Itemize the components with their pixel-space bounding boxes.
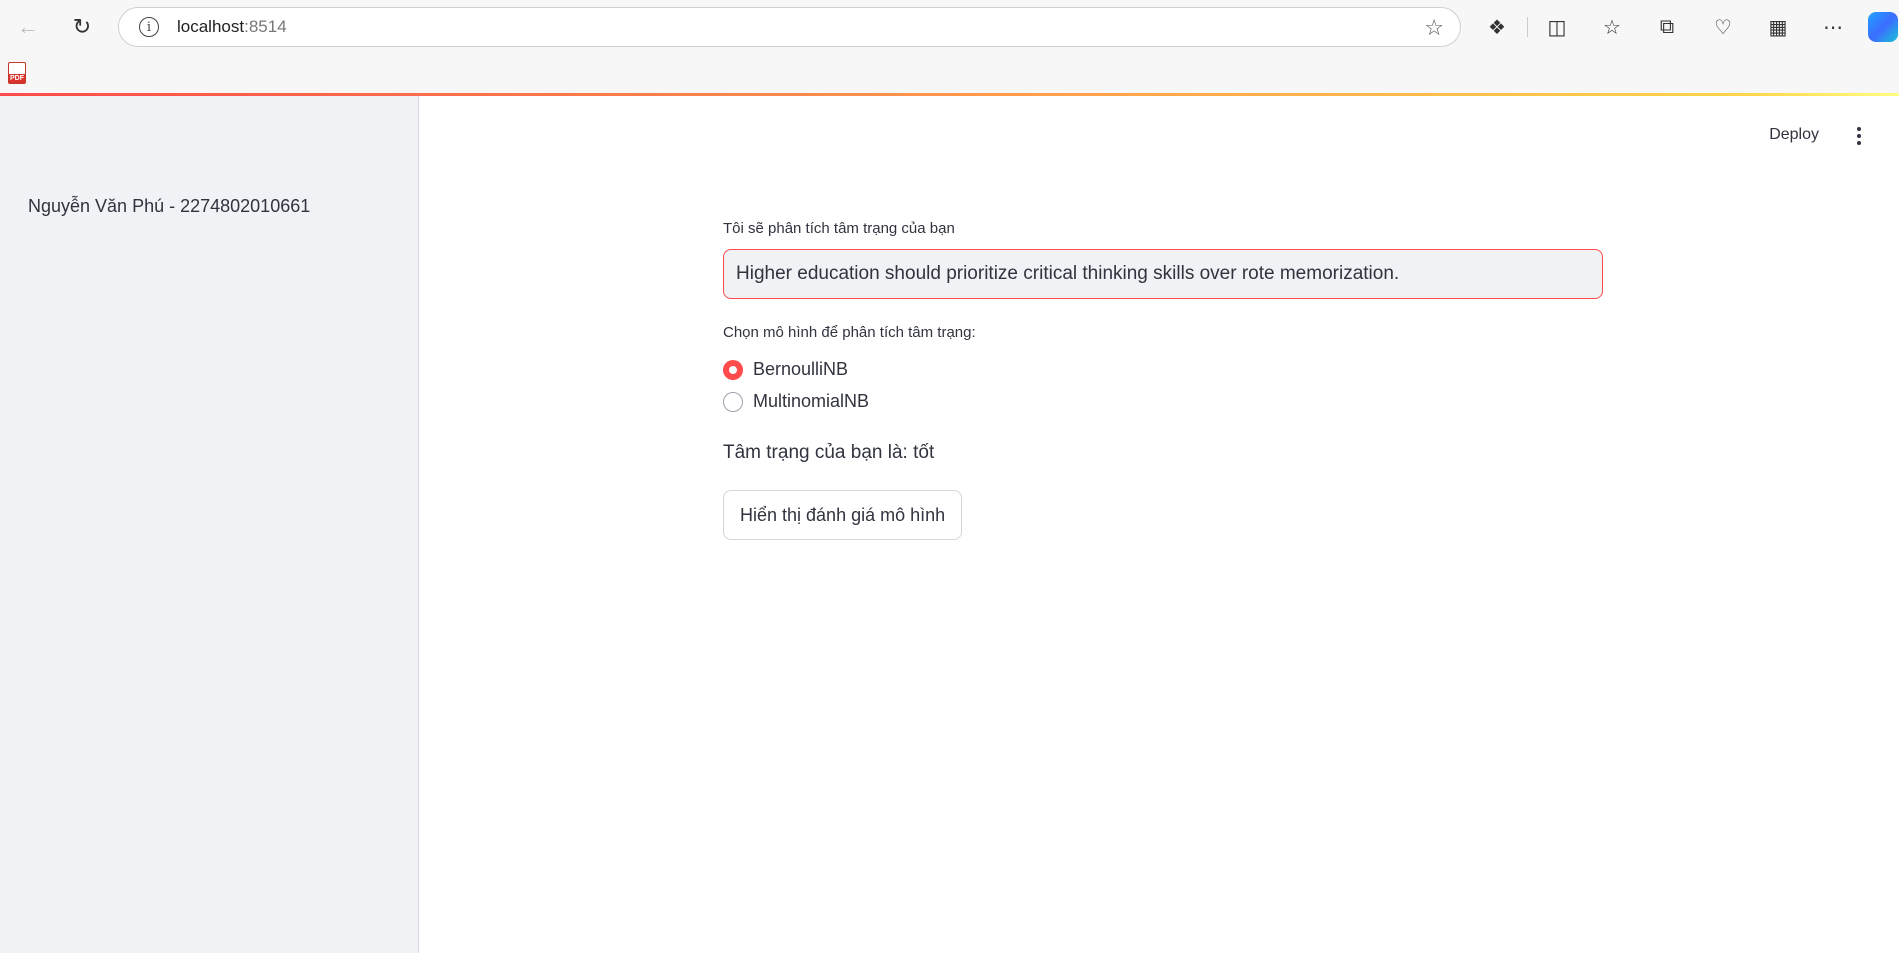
copilot-icon[interactable]: [1868, 12, 1898, 42]
radio-checked-icon[interactable]: [723, 359, 743, 380]
extensions-icon[interactable]: ❖: [1480, 10, 1514, 44]
url-host: localhost: [177, 17, 245, 36]
favorites-icon[interactable]: ☆: [1595, 10, 1629, 44]
main-area: Deploy Tôi sẽ phân tích tâm trạng của bạ…: [420, 96, 1899, 953]
radio-option-bernoullinb[interactable]: BernoulliNB: [723, 359, 848, 380]
url-text: localhost:8514: [177, 17, 287, 37]
apps-icon[interactable]: ▦: [1761, 10, 1795, 44]
pdf-icon[interactable]: PDF: [8, 62, 26, 84]
sidebar-author-text: Nguyễn Văn Phú - 2274802010661: [28, 196, 311, 216]
more-options-icon[interactable]: ⋯: [1816, 10, 1850, 44]
reload-icon[interactable]: ↻: [64, 9, 100, 45]
radio-option-label: BernoulliNB: [753, 359, 849, 379]
model-radio-label: Chọn mô hình để phân tích tâm trạng:: [723, 324, 976, 341]
bookmark-bar: PDF: [0, 53, 1899, 93]
sentiment-result-text: Tâm trạng của bạn là: tốt: [723, 442, 935, 463]
main-menu-icon[interactable]: [1849, 125, 1869, 147]
site-info-icon[interactable]: i: [139, 17, 159, 37]
deploy-button[interactable]: Deploy: [1769, 126, 1819, 144]
radio-option-label: MultinomialNB: [753, 391, 870, 411]
url-port: :8514: [244, 17, 287, 36]
address-bar[interactable]: i localhost:8514 ☆: [118, 7, 1461, 47]
pdf-icon-label: PDF: [9, 74, 25, 83]
show-evaluation-button[interactable]: Hiển thị đánh giá mô hình: [723, 490, 963, 540]
collections-icon[interactable]: ⧉: [1650, 10, 1684, 44]
radio-option-multinomialnb[interactable]: MultinomialNB: [723, 391, 869, 412]
browser-essentials-icon[interactable]: ♡: [1706, 10, 1740, 44]
browser-toolbar: ← ↻ i localhost:8514 ☆ ❖ ◫ ☆ ⧉ ♡ ▦ ⋯: [0, 0, 1899, 53]
radio-unchecked-icon[interactable]: [723, 391, 743, 412]
toolbar-separator: [1527, 17, 1528, 37]
text-input-label: Tôi sẽ phân tích tâm trạng của bạn: [723, 220, 955, 237]
back-icon[interactable]: ←: [10, 9, 46, 45]
split-screen-icon[interactable]: ◫: [1540, 10, 1574, 44]
sentiment-text-input[interactable]: Higher education should prioritize criti…: [723, 249, 1603, 299]
favorite-star-icon[interactable]: ☆: [1424, 15, 1444, 41]
sidebar: Nguyễn Văn Phú - 2274802010661: [0, 96, 419, 953]
